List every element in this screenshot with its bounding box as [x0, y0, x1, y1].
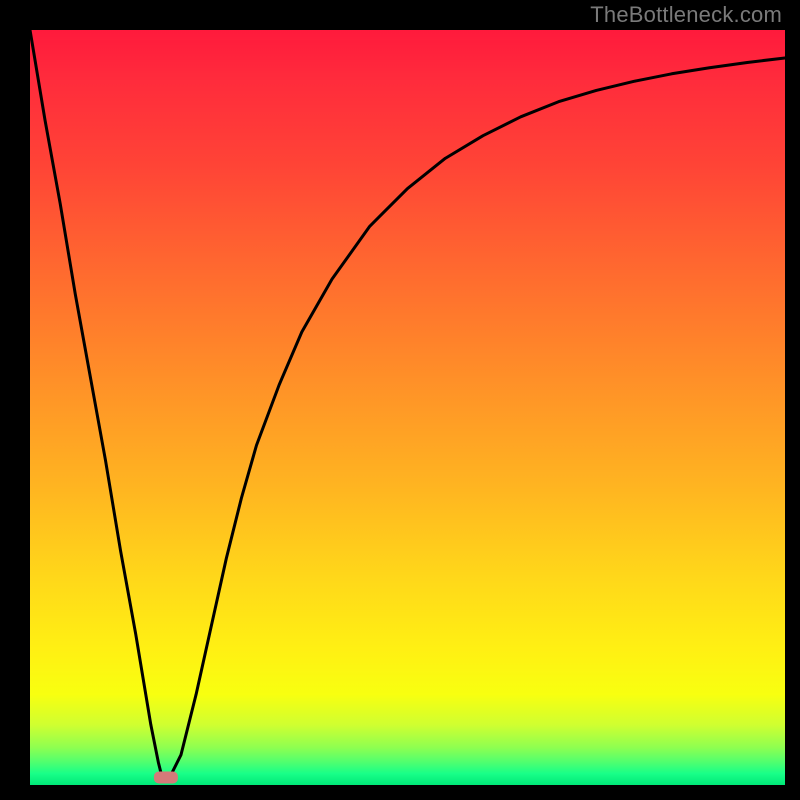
plot-area	[30, 30, 785, 785]
chart-frame: TheBottleneck.com	[0, 0, 800, 800]
bottleneck-curve-svg	[30, 30, 785, 785]
optimal-point-marker	[154, 771, 178, 783]
watermark-label: TheBottleneck.com	[590, 2, 782, 28]
bottleneck-curve	[30, 30, 785, 777]
